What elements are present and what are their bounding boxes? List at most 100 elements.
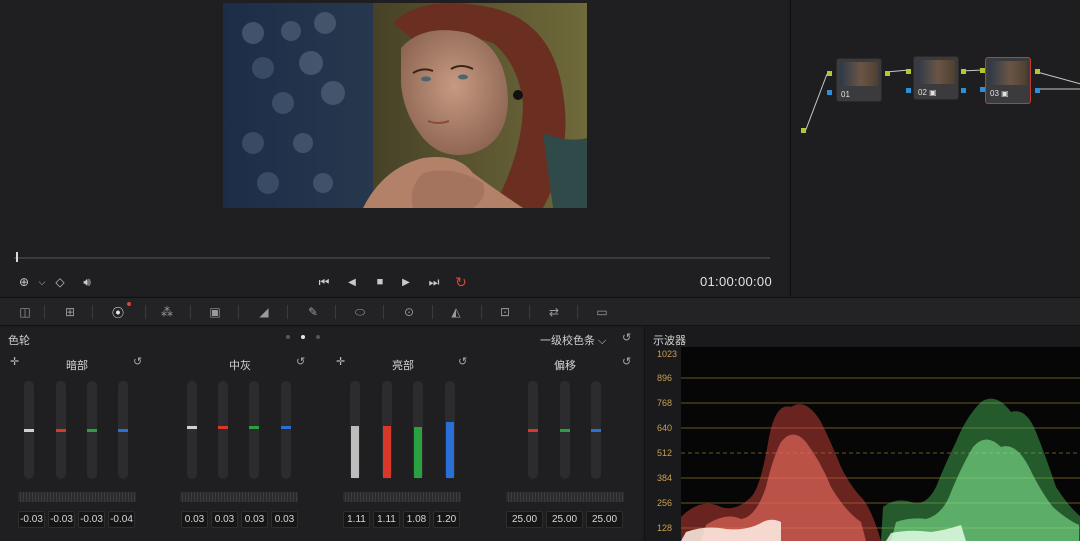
play-reverse-button[interactable]: ◀ [344, 274, 360, 290]
offset-b-slider[interactable] [591, 381, 601, 479]
picker-icon[interactable]: ✛ [336, 355, 348, 368]
node-03-key-output[interactable] [1035, 88, 1040, 93]
page-dot[interactable] [316, 335, 320, 339]
gamma-b-value[interactable]: 0.03 [271, 511, 298, 528]
offset-g-slider[interactable] [560, 381, 570, 479]
gain-y-slider[interactable] [350, 381, 360, 479]
viewer-mode-icon[interactable]: ⊕ [16, 274, 32, 290]
skip-forward-button[interactable]: ⏭ [426, 274, 442, 290]
lift-b-value[interactable]: -0.04 [108, 511, 135, 528]
offset-r-slider[interactable] [528, 381, 538, 479]
curves-icon[interactable]: ◢ [255, 304, 273, 320]
lift-master-jog[interactable] [18, 492, 136, 502]
node-02-input[interactable] [906, 69, 911, 74]
tracker-icon[interactable]: ⊙ [400, 304, 418, 320]
node-02[interactable]: 02 ▣ [913, 56, 959, 100]
node-thumbnail [840, 62, 878, 86]
gamma-y-slider[interactable] [187, 381, 197, 479]
reset-icon[interactable]: ↺ [458, 355, 470, 368]
gamma-master-jog[interactable] [180, 492, 298, 502]
node-01-output[interactable] [885, 71, 890, 76]
gain-r-value[interactable]: 1.11 [373, 511, 400, 528]
window-icon[interactable]: ⬭ [351, 304, 369, 320]
gain-master-jog[interactable] [343, 492, 461, 502]
lift-r-slider[interactable] [56, 381, 66, 479]
gain-r-slider[interactable] [382, 381, 392, 479]
scope-y-label: 128 [657, 523, 673, 533]
lift-g-slider[interactable] [87, 381, 97, 479]
gain-b-value[interactable]: 1.20 [433, 511, 460, 528]
offset-b-value[interactable]: 25.00 [586, 511, 623, 528]
scope-y-label: 512 [657, 448, 673, 458]
node-01-key-input[interactable] [827, 90, 832, 95]
node-01[interactable]: 01 [836, 58, 882, 102]
play-button[interactable]: ▶ [398, 274, 414, 290]
gain-g-value[interactable]: 1.08 [403, 511, 430, 528]
loop-button[interactable]: ↻ [453, 274, 469, 290]
motion-effects-icon[interactable]: ▣ [206, 304, 224, 320]
key-icon[interactable]: ⊡ [496, 304, 514, 320]
node-02-key-input[interactable] [906, 88, 911, 93]
gamma-g-value[interactable]: 0.03 [241, 511, 268, 528]
skip-back-button[interactable]: ⏮ [316, 274, 332, 290]
chevron-down-icon[interactable]: ⌵ [34, 274, 50, 290]
lift-y-value[interactable]: -0.03 [18, 511, 45, 528]
waveform-scope[interactable] [681, 347, 1080, 541]
reset-icon[interactable]: ↺ [296, 355, 308, 368]
divider [92, 305, 93, 319]
node-editor[interactable]: 01 02 ▣ 03 ▣ [790, 0, 1080, 296]
reset-all-icon[interactable]: ↺ [622, 331, 634, 344]
3d-icon[interactable]: ▭ [593, 304, 611, 320]
offset-r-value[interactable]: 25.00 [506, 511, 543, 528]
camera-raw-icon[interactable]: ◫ [16, 304, 34, 320]
lift-y-slider[interactable] [24, 381, 34, 479]
gain-g-slider[interactable] [413, 381, 423, 479]
gamma-r-value[interactable]: 0.03 [211, 511, 238, 528]
lift-r-value[interactable]: -0.03 [48, 511, 75, 528]
node-02-key-output[interactable] [961, 88, 966, 93]
blur-icon[interactable]: ◭ [447, 304, 465, 320]
node-03[interactable]: 03 ▣ [985, 57, 1031, 104]
gamma-g-slider[interactable] [249, 381, 259, 479]
volume-icon[interactable]: 🔊︎ [79, 274, 95, 290]
picker-icon[interactable]: ✛ [10, 355, 22, 368]
divider [44, 305, 45, 319]
node-02-output[interactable] [961, 69, 966, 74]
timeline-scrubber[interactable] [14, 257, 770, 259]
group-title: 暗部 [66, 360, 88, 372]
mode-select[interactable]: 一级校色条 ⌵ [540, 332, 606, 348]
color-page: ⊕ ⌵ ◇ 🔊︎ ⏮ ◀ ■ ▶ ⏭ ↻ 01:00:00:00 01 02 ▣… [0, 0, 1080, 541]
sizing-icon[interactable]: ⇄ [545, 304, 563, 320]
page-dot-active[interactable] [301, 335, 305, 339]
gamma-y-value[interactable]: 0.03 [181, 511, 208, 528]
reset-icon[interactable]: ↺ [622, 355, 634, 368]
node-03-output[interactable] [1035, 69, 1040, 74]
scope-y-label: 384 [657, 473, 673, 483]
gain-b-slider[interactable] [445, 381, 455, 479]
gain-y-value[interactable]: 1.11 [343, 511, 370, 528]
stop-button[interactable]: ■ [372, 274, 388, 290]
timecode-display: 01:00:00:00 [700, 274, 772, 289]
rgb-mixer-icon[interactable]: ⁂ [158, 304, 176, 320]
offset-g-value[interactable]: 25.00 [546, 511, 583, 528]
page-dot[interactable] [286, 335, 290, 339]
lift-b-slider[interactable] [118, 381, 128, 479]
divider [287, 305, 288, 319]
playhead[interactable] [16, 252, 18, 262]
lift-g-value[interactable]: -0.03 [78, 511, 105, 528]
layers-icon[interactable]: ◇ [52, 274, 68, 290]
offset-master-jog[interactable] [506, 492, 624, 502]
color-match-icon[interactable]: ⊞ [61, 304, 79, 320]
reset-icon[interactable]: ↺ [133, 355, 145, 368]
gamma-b-slider[interactable] [281, 381, 291, 479]
color-wheels-icon[interactable]: ⦿ [109, 304, 127, 320]
source-port[interactable] [801, 128, 806, 133]
node-01-input[interactable] [827, 71, 832, 76]
panel-title: 示波器 [653, 335, 686, 347]
gamma-r-slider[interactable] [218, 381, 228, 479]
video-preview[interactable] [223, 3, 587, 208]
node-label: 03 ▣ [990, 89, 1009, 98]
qualifier-icon[interactable]: ✎ [304, 304, 322, 320]
divider [529, 305, 530, 319]
group-title: 中灰 [229, 360, 251, 372]
